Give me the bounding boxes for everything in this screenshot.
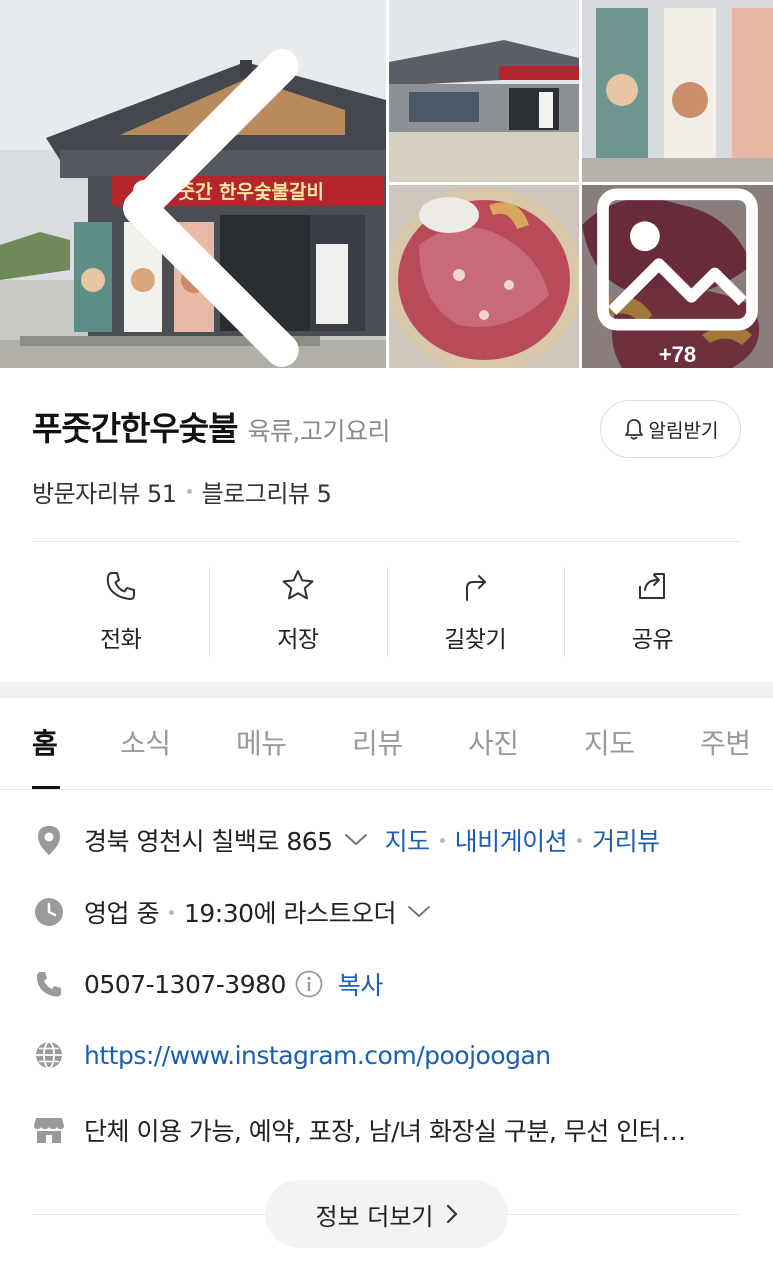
phone-row: 0507-1307-3980 복사 bbox=[32, 966, 383, 1002]
visitor-review-link[interactable]: 방문자리뷰 51 bbox=[32, 474, 177, 509]
directions-button[interactable]: 길찾기 bbox=[386, 565, 564, 659]
notify-label: 알림받기 bbox=[648, 419, 719, 442]
tab-reviews[interactable]: 리뷰 bbox=[352, 722, 403, 762]
address-row: 경북 영천시 칠백로 865 지도 내비게이션 거리뷰 bbox=[32, 822, 660, 858]
tab-news[interactable]: 소식 bbox=[120, 722, 171, 762]
chevron-right-icon bbox=[446, 1204, 457, 1224]
image-gallery-icon bbox=[597, 188, 758, 331]
share-label: 공유 bbox=[631, 627, 674, 653]
separator-dot bbox=[439, 837, 445, 843]
street-view-link[interactable]: 거리뷰 bbox=[592, 822, 660, 858]
steak-photo[interactable]: +78 bbox=[582, 185, 773, 368]
share-icon bbox=[639, 573, 666, 599]
last-order-text: 19:30에 라스트오더 bbox=[183, 899, 397, 928]
map-link[interactable]: 지도 bbox=[385, 822, 431, 858]
tab-map[interactable]: 지도 bbox=[584, 722, 635, 762]
globe-icon bbox=[32, 1038, 66, 1072]
website-row: https://www.instagram.com/poojoogan bbox=[32, 1038, 551, 1072]
tab-menu[interactable]: 메뉴 bbox=[236, 722, 287, 762]
call-button[interactable]: 전화 bbox=[32, 565, 209, 659]
tab-bar: 홈 소식 메뉴 리뷰 사진 지도 주변 bbox=[0, 698, 773, 790]
place-title-row: 푸줏간한우숯불 육류,고기요리 bbox=[32, 402, 390, 450]
directions-label: 길찾기 bbox=[444, 627, 507, 653]
beef-plate-photo[interactable] bbox=[389, 185, 579, 368]
section-separator bbox=[0, 682, 773, 698]
navigation-link[interactable]: 내비게이션 bbox=[455, 822, 568, 858]
tabs-divider bbox=[0, 789, 773, 790]
chevron-down-icon[interactable] bbox=[406, 904, 432, 920]
info-circle-icon[interactable] bbox=[294, 969, 324, 999]
more-info-button[interactable]: 정보 더보기 bbox=[265, 1180, 508, 1248]
review-counts: 방문자리뷰 51 블로그리뷰 5 bbox=[32, 474, 332, 509]
action-bar: 전화 저장 길찾기 공유 bbox=[32, 565, 741, 659]
photo-gallery[interactable]: 푸줏간 한우숯불갈비 +78 bbox=[0, 0, 773, 368]
call-label: 전화 bbox=[99, 627, 142, 653]
open-status: 영업 중 bbox=[84, 899, 159, 928]
phone-icon bbox=[32, 967, 66, 1001]
hours-row[interactable]: 영업 중 19:30에 라스트오더 bbox=[32, 894, 432, 930]
phone-number[interactable]: 0507-1307-3980 bbox=[84, 970, 286, 999]
star-icon bbox=[282, 570, 314, 600]
clock-icon bbox=[32, 895, 66, 929]
save-button[interactable]: 저장 bbox=[209, 565, 386, 659]
notify-button[interactable]: 알림받기 bbox=[600, 400, 741, 458]
chevron-left-icon[interactable] bbox=[22, 24, 386, 368]
tab-home[interactable]: 홈 bbox=[32, 722, 58, 762]
more-photos-count: +78 bbox=[658, 342, 697, 367]
tab-nearby[interactable]: 주변 bbox=[700, 722, 751, 762]
share-button[interactable]: 공유 bbox=[563, 565, 741, 659]
phone-icon bbox=[106, 572, 135, 600]
separator-dot bbox=[577, 837, 583, 843]
address-text: 경북 영천시 칠백로 865 bbox=[84, 827, 333, 856]
storefront-photo[interactable]: 푸줏간 한우숯불갈비 bbox=[0, 0, 386, 368]
more-info-label: 정보 더보기 bbox=[315, 1202, 434, 1231]
separator-dot bbox=[168, 909, 174, 915]
place-category: 육류,고기요리 bbox=[247, 417, 391, 446]
place-name: 푸줏간한우숯불 bbox=[32, 409, 239, 448]
bell-icon bbox=[624, 419, 643, 440]
blog-review-link[interactable]: 블로그리뷰 5 bbox=[202, 474, 332, 509]
directions-icon bbox=[466, 575, 487, 601]
amenities-row[interactable]: 단체 이용 가능, 예약, 포장, 남/녀 화장실 구분, 무선 인터… bbox=[32, 1112, 773, 1148]
building-photo[interactable] bbox=[389, 0, 579, 182]
location-pin-icon bbox=[32, 823, 66, 857]
save-label: 저장 bbox=[277, 627, 319, 653]
divider bbox=[32, 541, 741, 542]
copy-phone-button[interactable]: 복사 bbox=[338, 966, 384, 1002]
amenities-text: 단체 이용 가능, 예약, 포장, 남/녀 화장실 구분, 무선 인터… bbox=[84, 1117, 686, 1146]
tab-photos[interactable]: 사진 bbox=[468, 722, 519, 762]
separator-dot bbox=[186, 489, 192, 494]
website-link[interactable]: https://www.instagram.com/poojoogan bbox=[84, 1041, 551, 1070]
store-icon bbox=[32, 1113, 66, 1147]
more-photos-overlay[interactable]: +78 bbox=[582, 185, 773, 368]
chevron-down-icon[interactable] bbox=[343, 832, 369, 848]
menu-banner-photo[interactable]: my bbox=[582, 0, 773, 182]
